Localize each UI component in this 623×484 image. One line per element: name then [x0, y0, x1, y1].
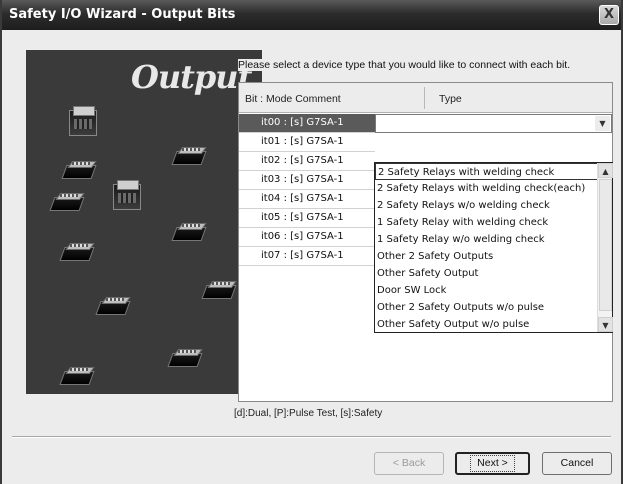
relay-icon	[171, 146, 208, 168]
cancel-button[interactable]: Cancel	[542, 452, 612, 475]
close-button[interactable]: X	[599, 5, 619, 25]
bit-cell: it02 : [s] G7SA-1	[261, 155, 344, 166]
bit-cell: it06 : [s] G7SA-1	[261, 231, 344, 242]
next-button[interactable]: Next >	[455, 452, 530, 475]
bit-cell: it00 : [s] G7SA-1	[261, 117, 344, 128]
mode-legend: [d]:Dual, [P]:Pulse Test, [s]:Safety	[234, 408, 383, 419]
relay-icon	[171, 222, 208, 244]
dropdown-option[interactable]: Other 2 Safety Outputs	[375, 248, 598, 265]
relay-unit-icon	[66, 106, 102, 140]
column-header-bit[interactable]: Bit : Mode Comment	[245, 93, 341, 105]
type-combobox[interactable]: ▼	[375, 114, 612, 133]
relay-icon	[59, 366, 96, 388]
bit-cell: it03 : [s] G7SA-1	[261, 174, 344, 185]
close-icon: X	[603, 7, 615, 22]
dropdown-option[interactable]: 2 Safety Relays with welding check	[375, 163, 598, 180]
table-row[interactable]: it07 : [s] G7SA-1	[239, 247, 375, 266]
back-button-label: < Back	[392, 457, 426, 469]
table-row[interactable]: it05 : [s] G7SA-1	[239, 209, 375, 228]
relay-icon	[95, 296, 132, 318]
scrollbar-thumb[interactable]	[599, 179, 612, 311]
table-row[interactable]: it04 : [s] G7SA-1	[239, 190, 375, 209]
relay-icon	[59, 242, 96, 264]
chevron-down-icon[interactable]: ▼	[595, 116, 610, 131]
back-button[interactable]: < Back	[374, 452, 444, 475]
relay-icon	[167, 348, 204, 370]
dropdown-option[interactable]: Other 2 Safety Outputs w/o pulse	[375, 299, 598, 316]
chevron-up-icon[interactable]: ▲	[598, 163, 613, 178]
title-bar: Safety I/O Wizard - Output Bits X	[2, 0, 621, 30]
column-header-type[interactable]: Type	[439, 93, 462, 105]
table-row[interactable]: it02 : [s] G7SA-1	[239, 152, 375, 171]
window-title: Safety I/O Wizard - Output Bits	[9, 7, 236, 22]
divider	[12, 436, 611, 438]
dropdown-option[interactable]: 2 Safety Relays with welding check(each)	[375, 180, 598, 197]
chevron-down-icon[interactable]: ▼	[598, 317, 613, 332]
dropdown-option[interactable]: 2 Safety Relays w/o welding check	[375, 197, 598, 214]
bit-cell: it07 : [s] G7SA-1	[261, 250, 344, 261]
relay-icon	[61, 160, 98, 182]
dropdown-option[interactable]: Other Safety Output w/o pulse	[375, 316, 598, 333]
table-row[interactable]: it03 : [s] G7SA-1	[239, 171, 375, 190]
table-row[interactable]: it06 : [s] G7SA-1	[239, 228, 375, 247]
dropdown-option[interactable]: Door SW Lock	[375, 282, 598, 299]
graphic-title: Output	[131, 58, 252, 96]
table-header: Bit : Mode Comment Type	[239, 83, 612, 113]
relay-icon	[49, 192, 86, 214]
instruction-text: Please select a device type that you wou…	[238, 59, 571, 71]
output-graphic-panel: Output	[26, 50, 262, 394]
relay-unit-icon	[110, 180, 146, 214]
wizard-window: Safety I/O Wizard - Output Bits X Output…	[0, 0, 623, 484]
bit-cell: it05 : [s] G7SA-1	[261, 212, 344, 223]
wizard-content: Output Please select a device type that …	[2, 30, 621, 484]
bit-cell: it01 : [s] G7SA-1	[261, 136, 344, 147]
dropdown-option[interactable]: 1 Safety Relay w/o welding check	[375, 231, 598, 248]
bit-cell: it04 : [s] G7SA-1	[261, 193, 344, 204]
relay-icon	[201, 280, 238, 302]
dropdown-scrollbar[interactable]: ▲ ▼	[597, 163, 613, 332]
type-dropdown-list[interactable]: 2 Safety Relays with welding check 2 Saf…	[374, 162, 613, 333]
dropdown-option[interactable]: 1 Safety Relay with welding check	[375, 214, 598, 231]
cancel-button-label: Cancel	[560, 457, 594, 469]
dropdown-option[interactable]: Other Safety Output	[375, 265, 598, 282]
next-button-label: Next >	[470, 455, 515, 472]
table-row[interactable]: it01 : [s] G7SA-1	[239, 133, 375, 152]
